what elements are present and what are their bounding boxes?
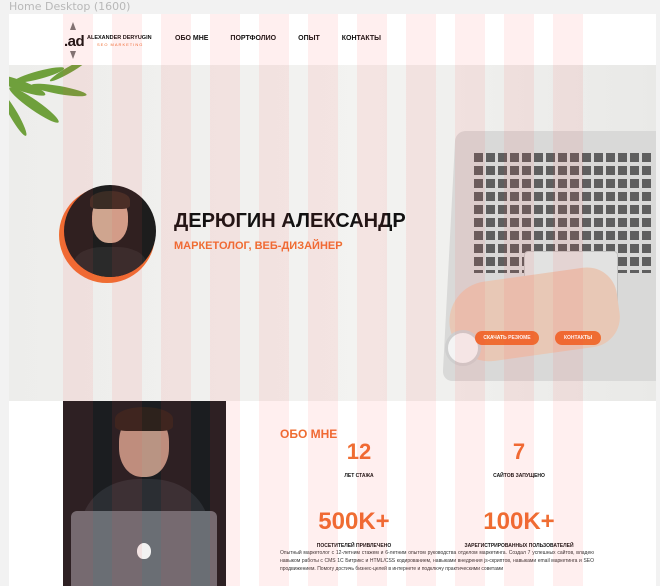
site-header: .ad ALEXANDER DERYUGIN SEO MARKETING ОБО… [9,14,656,65]
nav-about[interactable]: ОБО МНЕ [175,35,208,42]
about-text: Опытный маркетолог с 12-летним стажем и … [280,550,594,572]
stat-years-value: 12 [346,439,372,464]
apple-logo-icon [137,543,151,559]
download-resume-button[interactable]: СКАЧАТЬ РЕЗЮМЕ [475,331,539,345]
main-nav: ОБО МНЕ ПОРТФОЛИО ОПЫТ КОНТАКТЫ [175,35,381,42]
stat-visitors-value: 500K+ [318,508,390,535]
stat-sites-value: 7 [512,439,526,464]
nav-contacts[interactable]: КОНТАКТЫ [342,35,381,42]
page-canvas: .ad ALEXANDER DERYUGIN SEO MARKETING ОБО… [9,14,656,586]
stat-sites-label: САЙТОВ ЗАПУЩЕНО [493,473,545,479]
frame-label: Home Desktop (1600) [9,0,131,13]
logo-triangle-down-icon [70,51,76,59]
stat-users-value: 100K+ [483,508,555,535]
logo[interactable]: .ad ALEXANDER DERYUGIN SEO MARKETING [64,21,164,61]
hero-role: МАРКЕТОЛОГ, ВЕБ-ДИЗАЙНЕР [174,240,343,252]
contacts-button[interactable]: КОНТАКТЫ [555,331,601,345]
avatar [64,185,156,277]
hero-name: ДЕРЮГИН АЛЕКСАНДР [174,210,406,232]
logo-mark: .ad [64,33,85,50]
about-section: ОБО МНЕ 12 ЛЕТ СТАЖА 7 САЙТОВ ЗАПУЩЕНО 5… [9,401,656,586]
hero-section: ДЕРЮГИН АЛЕКСАНДР МАРКЕТОЛОГ, ВЕБ-ДИЗАЙН… [9,65,656,401]
about-title: ОБО МНЕ [280,427,338,441]
stat-years-label: ЛЕТ СТАЖА [344,473,374,479]
nav-experience[interactable]: ОПЫТ [298,35,320,42]
plant-image [9,65,89,136]
nav-portfolio[interactable]: ПОРТФОЛИО [230,35,276,42]
logo-name: ALEXANDER DERYUGIN [87,35,152,41]
logo-triangle-up-icon [70,22,76,30]
about-photo [63,401,226,586]
logo-subtitle: SEO MARKETING [97,42,144,47]
